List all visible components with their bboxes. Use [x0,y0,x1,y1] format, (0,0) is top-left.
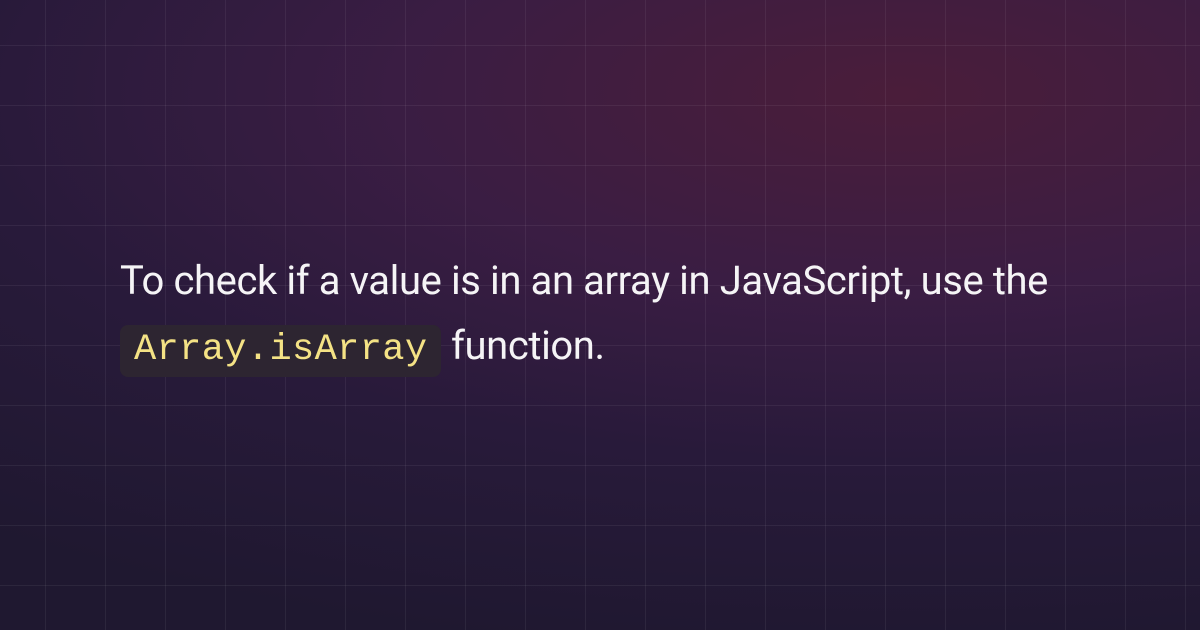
text-after-code: function. [451,322,605,369]
text-before-code: To check if a value is in an array in Ja… [120,257,1048,304]
description-text: To check if a value is in an array in Ja… [120,249,1080,381]
content-container: To check if a value is in an array in Ja… [0,0,1200,630]
code-snippet: Array.isArray [120,325,441,377]
